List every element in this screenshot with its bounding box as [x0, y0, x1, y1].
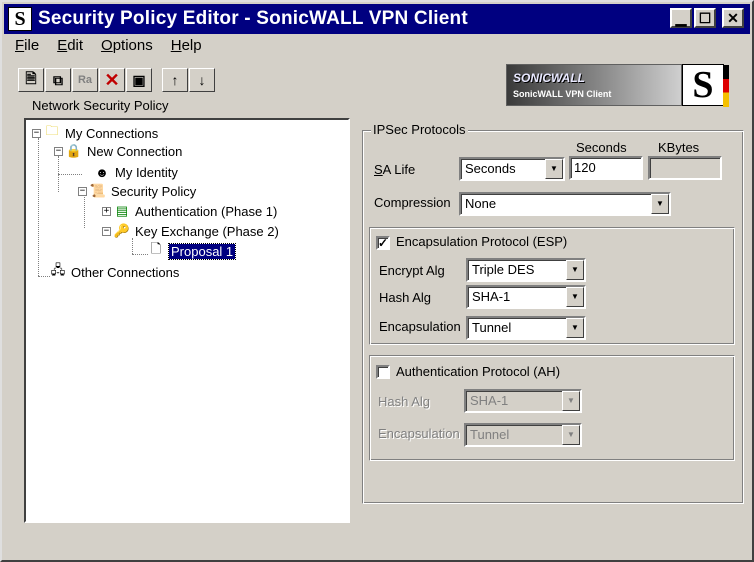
ah-hash-alg-select[interactable]: SHA-1 ▼: [464, 389, 582, 413]
network-icon: 🖧: [50, 262, 66, 277]
app-logo-icon: S: [8, 7, 32, 31]
encrypt-alg-label: Encrypt Alg: [379, 263, 445, 278]
main-window: S Security Policy Editor - SonicWALL VPN…: [0, 0, 754, 562]
tree-node-other-connections[interactable]: 🖧 Other Connections: [50, 262, 180, 281]
tree-label: New Connection: [87, 143, 183, 159]
esp-encapsulation-value: Tunnel: [472, 320, 512, 335]
menu-edit[interactable]: Edit: [48, 36, 92, 56]
tree-label-selected: Proposal 1: [167, 242, 237, 260]
tree-label: Other Connections: [71, 264, 180, 280]
compression-label: Compression: [374, 195, 451, 210]
lock-icon: 🔒: [65, 143, 83, 158]
title-bar[interactable]: S Security Policy Editor - SonicWALL VPN…: [4, 4, 750, 34]
tree-label: My Connections: [65, 125, 159, 141]
collapse-icon[interactable]: −: [32, 128, 41, 138]
ah-hash-alg-label: Hash Alg: [378, 394, 431, 409]
dropdown-arrow-icon[interactable]: ▼: [545, 159, 563, 179]
tree-node-my-identity[interactable]: ☻ My Identity: [94, 163, 178, 181]
tree-node-key-exchange[interactable]: − 🔑 Key Exchange (Phase 2): [102, 222, 279, 240]
ipsec-protocols-group: IPSec Protocols Seconds KBytes SA Life S…: [362, 122, 744, 504]
window-title: Security Policy Editor - SonicWALL VPN C…: [38, 8, 468, 29]
tree-node-authentication[interactable]: + ▤ Authentication (Phase 1): [102, 202, 277, 220]
copy-icon[interactable]: ⧉: [45, 68, 71, 92]
sonicwall-logo-icon: S: [682, 64, 729, 107]
sa-life-value: Seconds: [465, 161, 516, 176]
tree-label: Authentication (Phase 1): [135, 203, 278, 219]
new-icon[interactable]: 🗎: [18, 68, 44, 92]
esp-hash-alg-value: SHA-1: [472, 289, 511, 304]
identity-icon: ☻: [95, 164, 109, 180]
menu-help[interactable]: Help: [162, 36, 211, 56]
tree-node-security-policy[interactable]: − 📜 Security Policy: [78, 182, 196, 200]
esp-encapsulation-label: Encapsulation: [379, 319, 461, 334]
move-down-icon[interactable]: ↓: [189, 68, 215, 92]
group-title: IPSec Protocols: [371, 122, 468, 137]
seconds-input[interactable]: 120: [569, 156, 643, 180]
folder-icon: 🗀: [45, 123, 59, 138]
menu-options[interactable]: Options: [92, 36, 162, 56]
close-button[interactable]: ✕: [722, 8, 744, 28]
ah-encapsulation-label: Encapsulation: [378, 426, 460, 441]
tree-node-proposal-1[interactable]: 🗋 Proposal 1: [148, 241, 237, 260]
certificate-icon: ▤: [115, 203, 129, 218]
tree-node-new-connection[interactable]: − 🔒 New Connection: [54, 142, 182, 160]
esp-hash-alg-select[interactable]: SHA-1 ▼: [466, 285, 586, 309]
delete-icon[interactable]: ✕: [99, 68, 125, 92]
encrypt-alg-select[interactable]: Triple DES ▼: [466, 258, 586, 282]
dropdown-arrow-icon[interactable]: ▼: [651, 194, 669, 214]
document-icon: 🗋: [150, 241, 162, 256]
toolbar: 🗎 ⧉ Ra ✕ ▣ ↑ ↓: [18, 68, 215, 92]
sa-life-select[interactable]: Seconds ▼: [459, 157, 565, 181]
sa-life-label: SA Life: [374, 162, 416, 177]
collapse-icon[interactable]: −: [78, 186, 87, 196]
esp-label[interactable]: Encapsulation Protocol (ESP): [396, 234, 567, 249]
tree-label: Key Exchange (Phase 2): [135, 223, 279, 239]
kbytes-input[interactable]: [648, 156, 722, 180]
sonicwall-banner: SONICWALL SonicWALL VPN Client: [506, 64, 682, 106]
save-icon[interactable]: ▣: [126, 68, 152, 92]
ah-label[interactable]: Authentication Protocol (AH): [396, 364, 560, 379]
dropdown-arrow-icon[interactable]: ▼: [562, 391, 580, 411]
move-up-icon[interactable]: ↑: [162, 68, 188, 92]
tree-node-my-connections[interactable]: − 🗀 My Connections: [32, 123, 159, 142]
esp-group: ✓ Encapsulation Protocol (ESP) Encrypt A…: [369, 227, 735, 345]
expand-icon[interactable]: +: [102, 206, 111, 216]
policy-tree[interactable]: − 🗀 My Connections − 🔒 New Connection ☻ …: [24, 118, 350, 523]
menu-bar: File Edit Options Help: [6, 36, 211, 56]
dropdown-arrow-icon[interactable]: ▼: [566, 318, 584, 338]
kbytes-header: KBytes: [658, 140, 700, 155]
esp-encapsulation-select[interactable]: Tunnel ▼: [466, 316, 586, 340]
details-panel: IPSec Protocols Seconds KBytes SA Life S…: [362, 118, 744, 504]
key-icon: 🔑: [113, 223, 131, 238]
brand-name: SONICWALL: [513, 71, 585, 85]
compression-value: None: [465, 196, 497, 211]
menu-file[interactable]: File: [6, 36, 48, 56]
tree-label: Security Policy: [111, 183, 197, 199]
ah-hash-alg-value: SHA-1: [470, 393, 509, 408]
tree-label: My Identity: [115, 164, 178, 180]
rename-icon[interactable]: Ra: [72, 68, 98, 92]
collapse-icon[interactable]: −: [54, 146, 63, 156]
ah-encapsulation-value: Tunnel: [470, 427, 510, 442]
collapse-icon[interactable]: −: [102, 226, 111, 236]
dropdown-arrow-icon[interactable]: ▼: [566, 260, 584, 280]
ah-encapsulation-select[interactable]: Tunnel ▼: [464, 423, 582, 447]
maximize-button[interactable]: ☐: [694, 8, 716, 28]
brand-product: SonicWALL VPN Client: [513, 89, 612, 99]
encrypt-alg-value: Triple DES: [472, 262, 535, 277]
tree-title: Network Security Policy: [32, 98, 169, 113]
ah-checkbox[interactable]: [376, 365, 390, 379]
compression-select[interactable]: None ▼: [459, 192, 671, 216]
dropdown-arrow-icon[interactable]: ▼: [562, 425, 580, 445]
ah-group: Authentication Protocol (AH) Hash Alg SH…: [369, 355, 735, 461]
esp-checkbox[interactable]: ✓: [376, 236, 390, 250]
esp-hash-alg-label: Hash Alg: [379, 290, 432, 305]
policy-icon: 📜: [89, 183, 107, 198]
minimize-button[interactable]: ▁: [670, 8, 692, 28]
dropdown-arrow-icon[interactable]: ▼: [566, 287, 584, 307]
seconds-header: Seconds: [576, 140, 627, 155]
